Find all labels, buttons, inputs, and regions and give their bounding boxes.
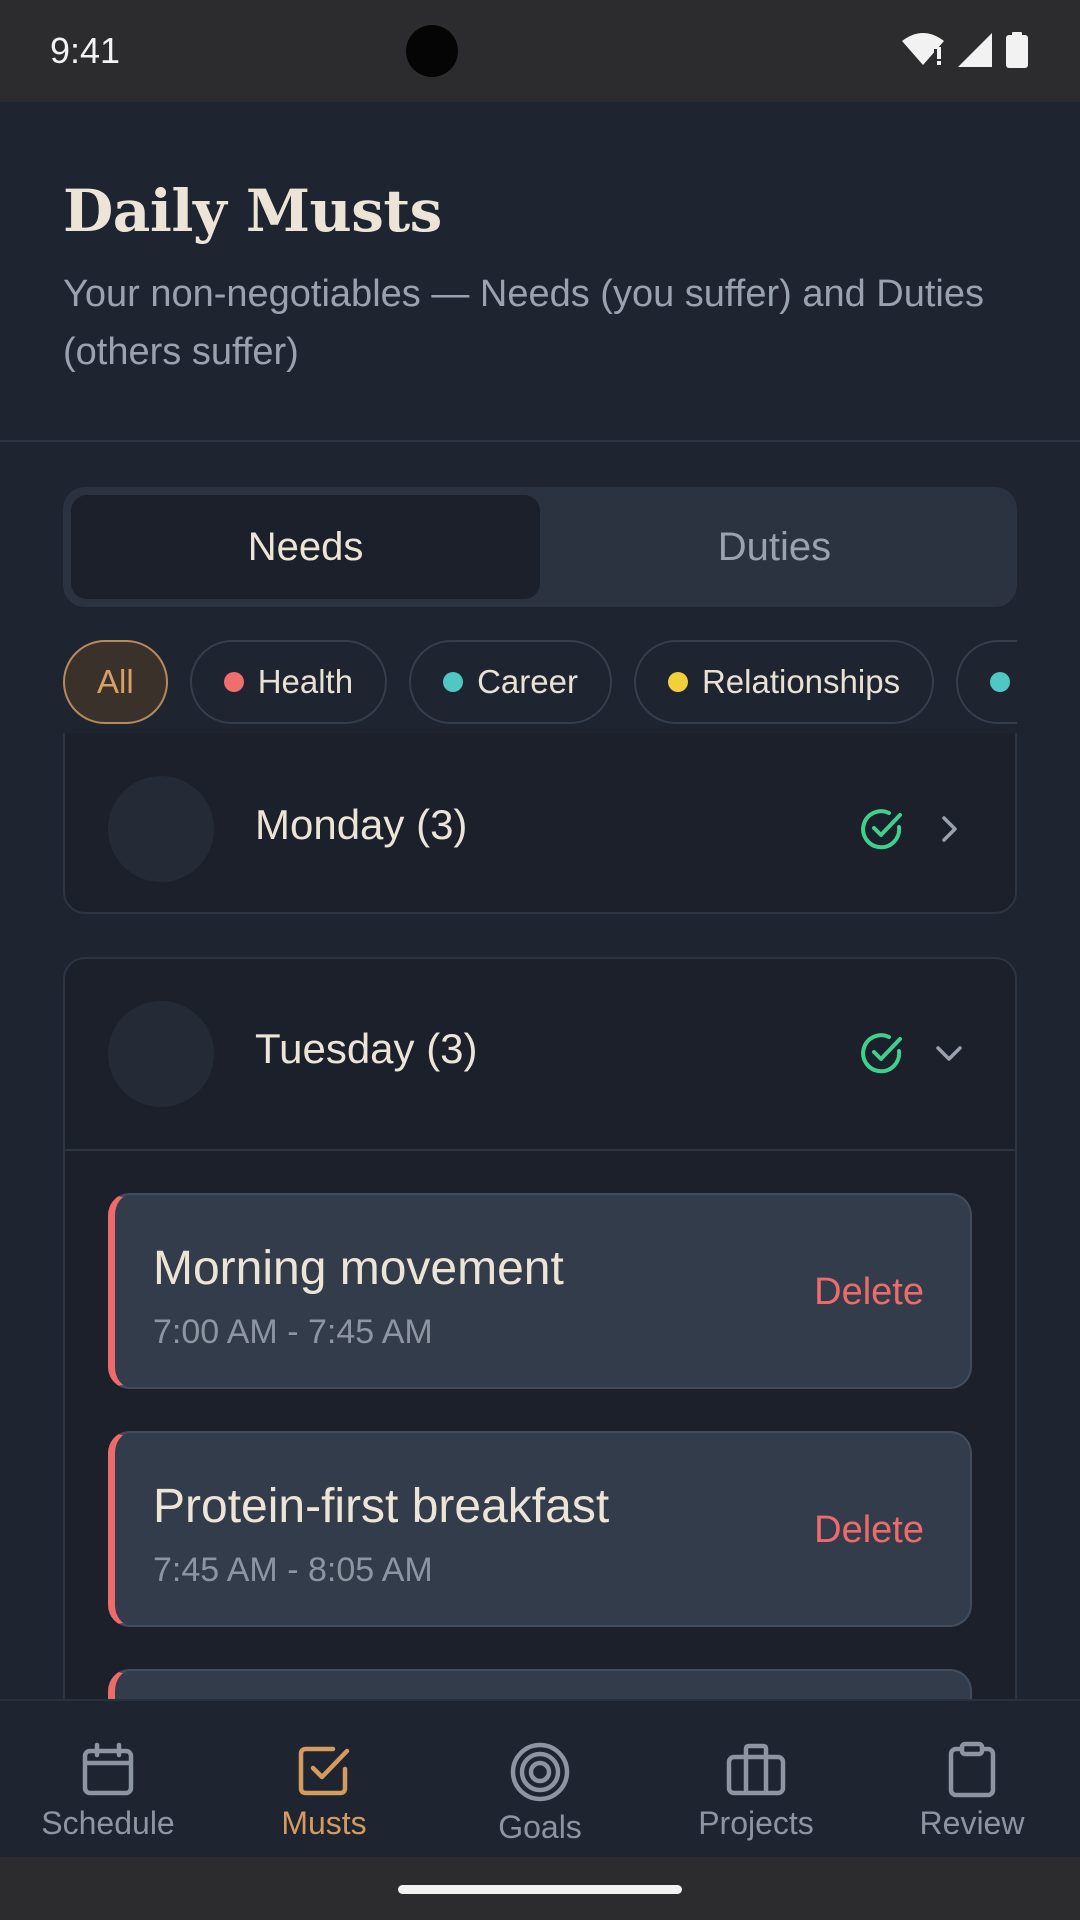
- nav-review[interactable]: Review: [864, 1701, 1080, 1857]
- category-filter-bar: All Health Career Relationships: [63, 640, 1017, 724]
- target-icon: [510, 1742, 570, 1802]
- check-circle-icon: [861, 809, 902, 850]
- check-circle-icon: [861, 1033, 902, 1074]
- relationships-dot-icon: [667, 672, 688, 692]
- battery-icon: [1006, 32, 1028, 68]
- page-header: Daily Musts Your non-negotiables — Needs…: [0, 102, 1080, 442]
- day-label: Monday (3): [255, 801, 468, 848]
- nav-goals[interactable]: Goals: [432, 1701, 648, 1857]
- category-dot-icon: [990, 672, 1011, 692]
- delete-button[interactable]: Delete: [814, 1271, 924, 1314]
- clipboard-icon: [948, 1741, 996, 1798]
- page-title: Daily Musts: [63, 177, 442, 245]
- signal-icon: [958, 33, 992, 67]
- chip-label: Career: [477, 663, 578, 700]
- chip-label: Relationships: [701, 663, 901, 700]
- day-items: Morning movement 7:00 AM - 7:45 AM Delet…: [65, 1149, 1015, 1699]
- status-icons: [902, 32, 1028, 68]
- nav-musts[interactable]: Musts: [216, 1701, 432, 1857]
- nav-label: Projects: [698, 1805, 814, 1841]
- career-dot-icon: [443, 672, 464, 692]
- day-avatar: [108, 1001, 214, 1107]
- checkbox-icon: [298, 1746, 350, 1796]
- tab-duties[interactable]: Duties: [540, 495, 1009, 599]
- nav-projects[interactable]: Projects: [648, 1701, 864, 1857]
- must-item[interactable]: Morning movement 7:00 AM - 7:45 AM Delet…: [108, 1193, 972, 1389]
- filter-chip-partial[interactable]: [956, 640, 1017, 724]
- nav-label: Goals: [498, 1809, 582, 1845]
- system-gesture-bar: [0, 1857, 1080, 1920]
- filter-chip-all[interactable]: All: [63, 640, 168, 724]
- must-item[interactable]: Protein-first breakfast 7:45 AM - 8:05 A…: [108, 1431, 972, 1627]
- tab-needs[interactable]: Needs: [71, 495, 540, 599]
- musts-list[interactable]: Monday (3) Tuesday (3) Morning movement …: [0, 733, 1080, 1699]
- filter-chip-relationships[interactable]: Relationships: [633, 640, 935, 724]
- filter-chip-career[interactable]: Career: [409, 640, 612, 724]
- day-card-tuesday: Tuesday (3) Morning movement 7:00 AM - 7…: [63, 957, 1017, 1699]
- status-time: 9:41: [50, 30, 121, 71]
- chevron-right-icon[interactable]: [933, 813, 965, 845]
- item-title: Morning movement: [153, 1242, 564, 1295]
- chip-label: All: [97, 663, 134, 700]
- nav-schedule[interactable]: Schedule: [0, 1701, 216, 1857]
- delete-button[interactable]: Delete: [814, 1509, 924, 1552]
- wifi-icon: [902, 33, 944, 65]
- item-time: 7:00 AM - 7:45 AM: [153, 1313, 433, 1351]
- page-subtitle: Your non-negotiables — Needs (you suffer…: [63, 273, 984, 373]
- day-label: Tuesday (3): [255, 1025, 478, 1072]
- chip-label: Health: [257, 663, 354, 700]
- bottom-nav: Schedule Musts Goals Projects Review: [0, 1699, 1080, 1857]
- calendar-icon: [82, 1742, 134, 1796]
- nav-label: Schedule: [41, 1805, 175, 1841]
- nav-label: Musts: [281, 1805, 367, 1841]
- filter-chip-health[interactable]: Health: [189, 640, 388, 724]
- chevron-down-icon[interactable]: [933, 1037, 965, 1069]
- must-item-partial[interactable]: [108, 1669, 972, 1699]
- item-time: 7:45 AM - 8:05 AM: [153, 1551, 433, 1589]
- day-avatar: [108, 776, 214, 882]
- item-title: Protein-first breakfast: [153, 1480, 610, 1533]
- day-header[interactable]: Tuesday (3): [65, 959, 1015, 1149]
- health-dot-icon: [223, 672, 244, 692]
- day-card-monday[interactable]: Monday (3): [63, 733, 1017, 914]
- briefcase-icon: [726, 1743, 786, 1796]
- needs-duties-toggle: Needs Duties: [63, 487, 1017, 607]
- camera-cutout: [406, 25, 458, 77]
- status-bar: 9:41: [0, 0, 1080, 102]
- home-indicator[interactable]: [398, 1885, 682, 1894]
- nav-label: Review: [919, 1805, 1025, 1841]
